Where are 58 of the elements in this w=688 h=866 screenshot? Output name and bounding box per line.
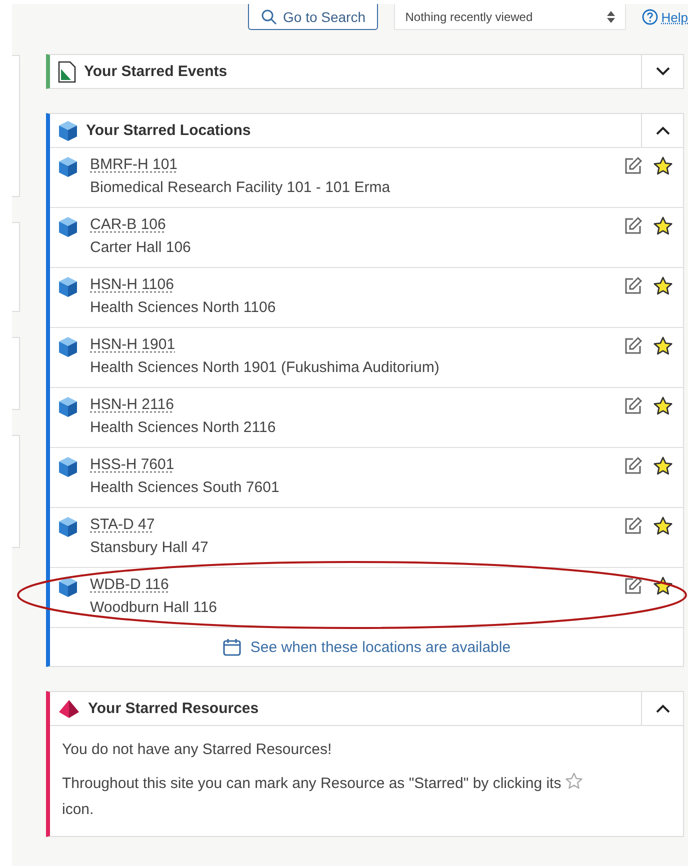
location-name: Stansbury Hall 47 xyxy=(90,539,210,556)
star-icon[interactable] xyxy=(653,456,673,476)
location-name: Health Sciences South 7601 xyxy=(90,479,280,496)
sort-arrows-icon xyxy=(607,10,616,22)
edit-icon[interactable] xyxy=(623,576,643,596)
go-to-search-button[interactable]: Go to Search xyxy=(248,4,378,30)
cube-icon xyxy=(58,336,78,358)
edit-icon[interactable] xyxy=(623,156,643,176)
location-code-link[interactable]: CAR-B 106 xyxy=(90,216,166,233)
location-code-link[interactable]: WDB-D 116 xyxy=(90,576,169,593)
cube-icon xyxy=(58,216,78,238)
cube-icon xyxy=(58,516,78,538)
star-icon[interactable] xyxy=(653,216,673,236)
recently-viewed-select[interactable]: Nothing recently viewed xyxy=(394,4,626,30)
cube-icon xyxy=(58,120,78,142)
location-code-link[interactable]: HSN-H 1106 xyxy=(90,276,174,293)
edit-icon[interactable] xyxy=(623,336,643,356)
location-code-link[interactable]: STA-D 47 xyxy=(90,516,155,533)
location-name: Carter Hall 106 xyxy=(90,239,192,256)
cube-icon xyxy=(58,456,78,478)
location-name: Woodburn Hall 116 xyxy=(90,599,218,616)
location-code-link[interactable]: HSN-H 2116 xyxy=(90,396,174,413)
edit-icon[interactable] xyxy=(623,396,643,416)
location-name: Health Sciences North 1901 (Fukushima Auditorium) xyxy=(90,359,440,376)
calendar-icon xyxy=(222,637,242,657)
panel-title: Your Starred Events xyxy=(84,63,228,80)
hint-text: Throughout this site you can mark any Resource as "Starred" by clicking its xyxy=(62,775,562,792)
star-icon[interactable] xyxy=(653,276,673,296)
location-name: Health Sciences North 1106 xyxy=(90,299,277,316)
location-code-link[interactable]: HSS-H 7601 xyxy=(90,456,174,473)
edit-icon[interactable] xyxy=(623,516,643,536)
star-icon[interactable] xyxy=(653,516,673,536)
edit-icon[interactable] xyxy=(623,276,643,296)
pyramid-icon xyxy=(58,698,80,718)
cube-icon xyxy=(58,276,78,298)
edit-icon[interactable] xyxy=(623,216,643,236)
availability-link[interactable]: See when these locations are available xyxy=(222,637,511,657)
star-icon xyxy=(565,772,584,790)
cube-icon xyxy=(58,576,78,598)
star-icon[interactable] xyxy=(653,576,673,596)
star-icon[interactable] xyxy=(653,336,673,356)
panel-title: Your Starred Resources xyxy=(88,700,260,717)
star-icon[interactable] xyxy=(653,156,673,176)
hint-text: icon. xyxy=(62,801,94,818)
panel-title: Your Starred Locations xyxy=(86,122,252,139)
document-icon xyxy=(58,60,76,82)
empty-message: You do not have any Starred Resources! xyxy=(62,740,333,760)
cube-icon xyxy=(58,396,78,418)
search-icon xyxy=(261,8,277,24)
location-name: Biomedical Research Facility 101 - 101 Erma xyxy=(90,179,392,196)
location-code-link[interactable]: BMRF-H 101 xyxy=(90,156,178,173)
help-link[interactable]: Help xyxy=(642,9,688,25)
location-code-link[interactable]: HSN-H 1901 xyxy=(90,336,176,353)
help-icon xyxy=(642,9,658,25)
edit-icon[interactable] xyxy=(623,456,643,476)
cube-icon xyxy=(58,156,78,178)
star-icon[interactable] xyxy=(653,396,673,416)
location-name: Health Sciences North 2116 xyxy=(90,419,277,436)
